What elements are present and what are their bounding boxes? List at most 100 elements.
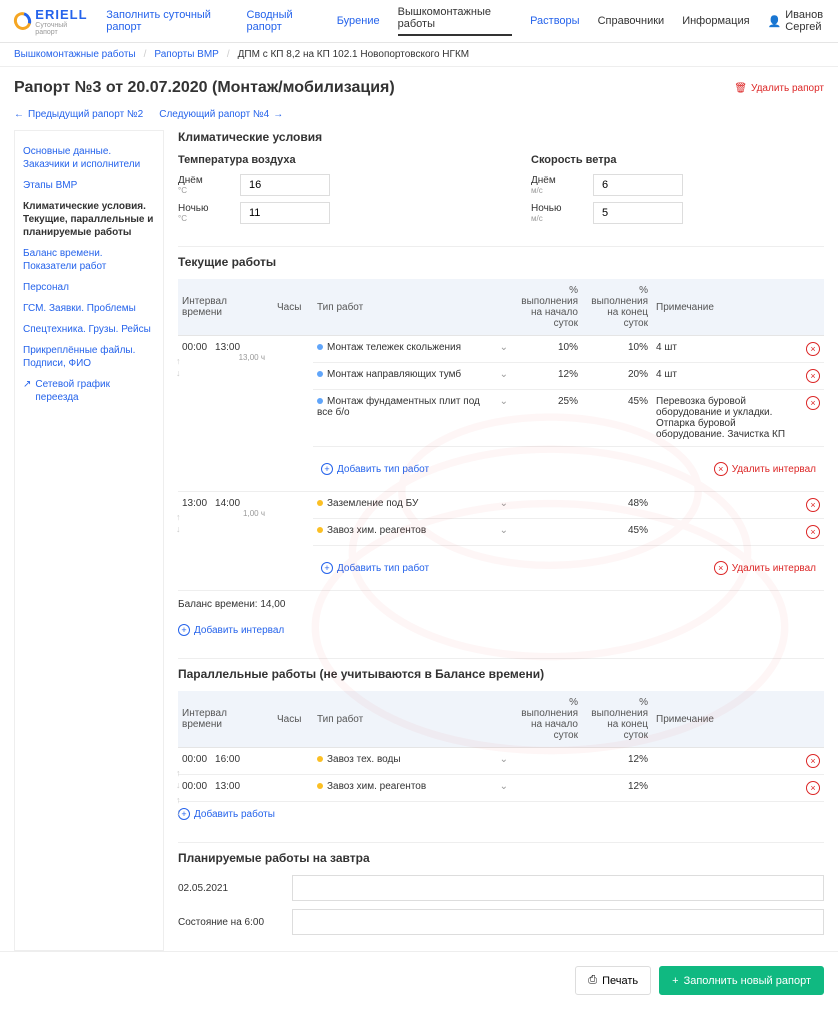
plus-icon: + — [672, 975, 678, 987]
current-title: Текущие работы — [178, 255, 824, 269]
add-parallel-button[interactable]: +Добавить работы — [178, 802, 275, 826]
col-pct-end: % выполнения на конец суток — [582, 279, 652, 336]
add-interval-button[interactable]: +Добавить интервал — [178, 618, 284, 642]
footer: ⎙Печать +Заполнить новый рапорт — [0, 951, 838, 1009]
chevron-down-icon[interactable]: ⌄ — [500, 396, 508, 407]
plan-date-label: 02.05.2021 — [178, 883, 278, 894]
delete-row-button[interactable]: × — [806, 498, 820, 512]
sidebar-item-files[interactable]: Прикреплённые файлы. Подписи, ФИО — [23, 340, 155, 374]
logo: ERIELL Суточный рапорт — [14, 7, 88, 36]
sidebar-item-schedule[interactable]: ↗Сетевой график переезда — [23, 374, 155, 408]
nav-fill-report[interactable]: Заполнить суточный рапорт — [106, 9, 228, 33]
brand-sub: Суточный рапорт — [35, 22, 88, 36]
sidebar-item-climate[interactable]: Климатические условия. Текущие, параллел… — [23, 196, 155, 243]
sidebar: Основные данные. Заказчики и исполнители… — [14, 130, 164, 951]
arrow-left-icon: ← — [14, 109, 24, 120]
nav-rig[interactable]: Вышкомонтажные работы — [398, 6, 512, 36]
chevron-down-icon[interactable]: ⌄ — [500, 754, 508, 765]
nav-summary[interactable]: Сводный рапорт — [247, 9, 319, 33]
plan-state-input[interactable] — [292, 909, 824, 935]
brand-name: ERIELL — [35, 7, 88, 22]
nav-refs[interactable]: Справочники — [598, 15, 665, 27]
nav-drilling[interactable]: Бурение — [337, 15, 380, 27]
arrow-down-icon: ↓ — [176, 807, 181, 817]
add-type-button[interactable]: +Добавить тип работ — [321, 556, 429, 580]
sidebar-item-stages[interactable]: Этапы ВМР — [23, 175, 155, 196]
sidebar-item-fuel[interactable]: ГСМ. Заявки. Проблемы — [23, 298, 155, 319]
arrow-down-icon: ↓ — [176, 368, 181, 378]
close-icon: × — [714, 462, 728, 476]
prev-report-link[interactable]: ←Предыдущий рапорт №2 — [14, 109, 143, 120]
sidebar-item-main[interactable]: Основные данные. Заказчики и исполнители — [23, 141, 155, 175]
print-icon: ⎙ — [588, 974, 597, 987]
delete-row-button[interactable]: × — [806, 369, 820, 383]
planned-title: Планируемые работы на завтра — [178, 851, 824, 865]
chevron-down-icon[interactable]: ⌄ — [500, 525, 508, 536]
table-row: ↑↓ 13:0014:00 1,00 ч Заземление под БУ ⌄… — [178, 492, 824, 519]
delete-interval-button[interactable]: ×Удалить интервал — [714, 556, 816, 580]
external-icon: ↗ — [23, 378, 31, 404]
reorder-handle[interactable]: ↑↓ — [176, 512, 181, 534]
arrow-up-icon: ↑ — [176, 795, 181, 805]
status-dot — [317, 371, 323, 377]
temp-title: Температура воздуха — [178, 154, 471, 166]
status-dot — [317, 344, 323, 350]
arrow-right-icon: → — [273, 109, 283, 120]
wind-day-input[interactable] — [593, 174, 683, 196]
status-dot — [317, 527, 323, 533]
close-icon: × — [714, 561, 728, 575]
status-dot — [317, 756, 323, 762]
delete-row-button[interactable]: × — [806, 525, 820, 539]
status-dot — [317, 500, 323, 506]
nav-info[interactable]: Информация — [682, 15, 749, 27]
bc-2[interactable]: Рапорты ВМР — [154, 49, 218, 60]
wind-title: Скорость ветра — [531, 154, 824, 166]
reorder-handle[interactable]: ↑↓ — [176, 356, 181, 378]
print-button[interactable]: ⎙Печать — [575, 966, 651, 995]
plan-date-input[interactable] — [292, 875, 824, 901]
top-nav: ERIELL Суточный рапорт Заполнить суточны… — [0, 0, 838, 43]
sidebar-item-personnel[interactable]: Персонал — [23, 277, 155, 298]
parallel-works-table: Интервал времени Часы Тип работ % выполн… — [178, 691, 824, 802]
table-row: ↑↓ 00:0016:00 Завоз тех. воды ⌄ 12% × — [178, 748, 824, 775]
temp-night-input[interactable] — [240, 202, 330, 224]
chevron-down-icon[interactable]: ⌄ — [500, 369, 508, 380]
sidebar-item-balance[interactable]: Баланс времени. Показатели работ — [23, 243, 155, 277]
add-type-button[interactable]: +Добавить тип работ — [321, 457, 429, 481]
balance-label: Баланс времени: 14,00 — [178, 591, 824, 618]
table-row: ↑↓ 00:0013:00 13,00 ч Монтаж тележек ско… — [178, 336, 824, 363]
reorder-handle[interactable]: ↑↓ — [176, 795, 181, 817]
plus-icon: + — [321, 463, 333, 475]
chevron-down-icon[interactable]: ⌄ — [500, 498, 508, 509]
chevron-down-icon[interactable]: ⌄ — [500, 781, 508, 792]
logo-icon — [11, 9, 35, 33]
climate-title: Климатические условия — [178, 130, 824, 144]
temp-night-label: Ночью°C — [178, 203, 228, 223]
next-report-link[interactable]: Следующий рапорт №4→ — [159, 109, 283, 120]
user-menu[interactable]: 👤Иванов Сергей — [768, 9, 824, 33]
bc-1[interactable]: Вышкомонтажные работы — [14, 49, 136, 60]
plus-icon: + — [178, 624, 190, 636]
temp-day-input[interactable] — [240, 174, 330, 196]
plus-icon: + — [321, 562, 333, 574]
arrow-up-icon: ↑ — [176, 356, 181, 366]
sidebar-item-equip[interactable]: Спецтехника. Грузы. Рейсы — [23, 319, 155, 340]
parallel-title: Параллельные работы (не учитываются в Ба… — [178, 667, 824, 681]
delete-row-button[interactable]: × — [806, 754, 820, 768]
arrow-up-icon: ↑ — [176, 512, 181, 522]
delete-report-button[interactable]: 🗑Удалить рапорт — [734, 83, 824, 94]
table-row: ↑↓ 00:0013:00 Завоз хим. реагентов ⌄ 12%… — [178, 775, 824, 802]
delete-row-button[interactable]: × — [806, 781, 820, 795]
chevron-down-icon[interactable]: ⌄ — [500, 342, 508, 353]
col-pct-start: % выполнения на начало суток — [512, 279, 582, 336]
trash-icon: 🗑 — [734, 83, 747, 94]
user-icon: 👤 — [768, 15, 782, 28]
delete-row-button[interactable]: × — [806, 396, 820, 410]
nav-fluids[interactable]: Растворы — [530, 15, 580, 27]
new-report-button[interactable]: +Заполнить новый рапорт — [659, 966, 824, 995]
delete-interval-button[interactable]: ×Удалить интервал — [714, 457, 816, 481]
wind-night-input[interactable] — [593, 202, 683, 224]
wind-night-label: Ночьюм/с — [531, 203, 581, 223]
plan-state-label: Состояние на 6:00 — [178, 917, 278, 928]
delete-row-button[interactable]: × — [806, 342, 820, 356]
